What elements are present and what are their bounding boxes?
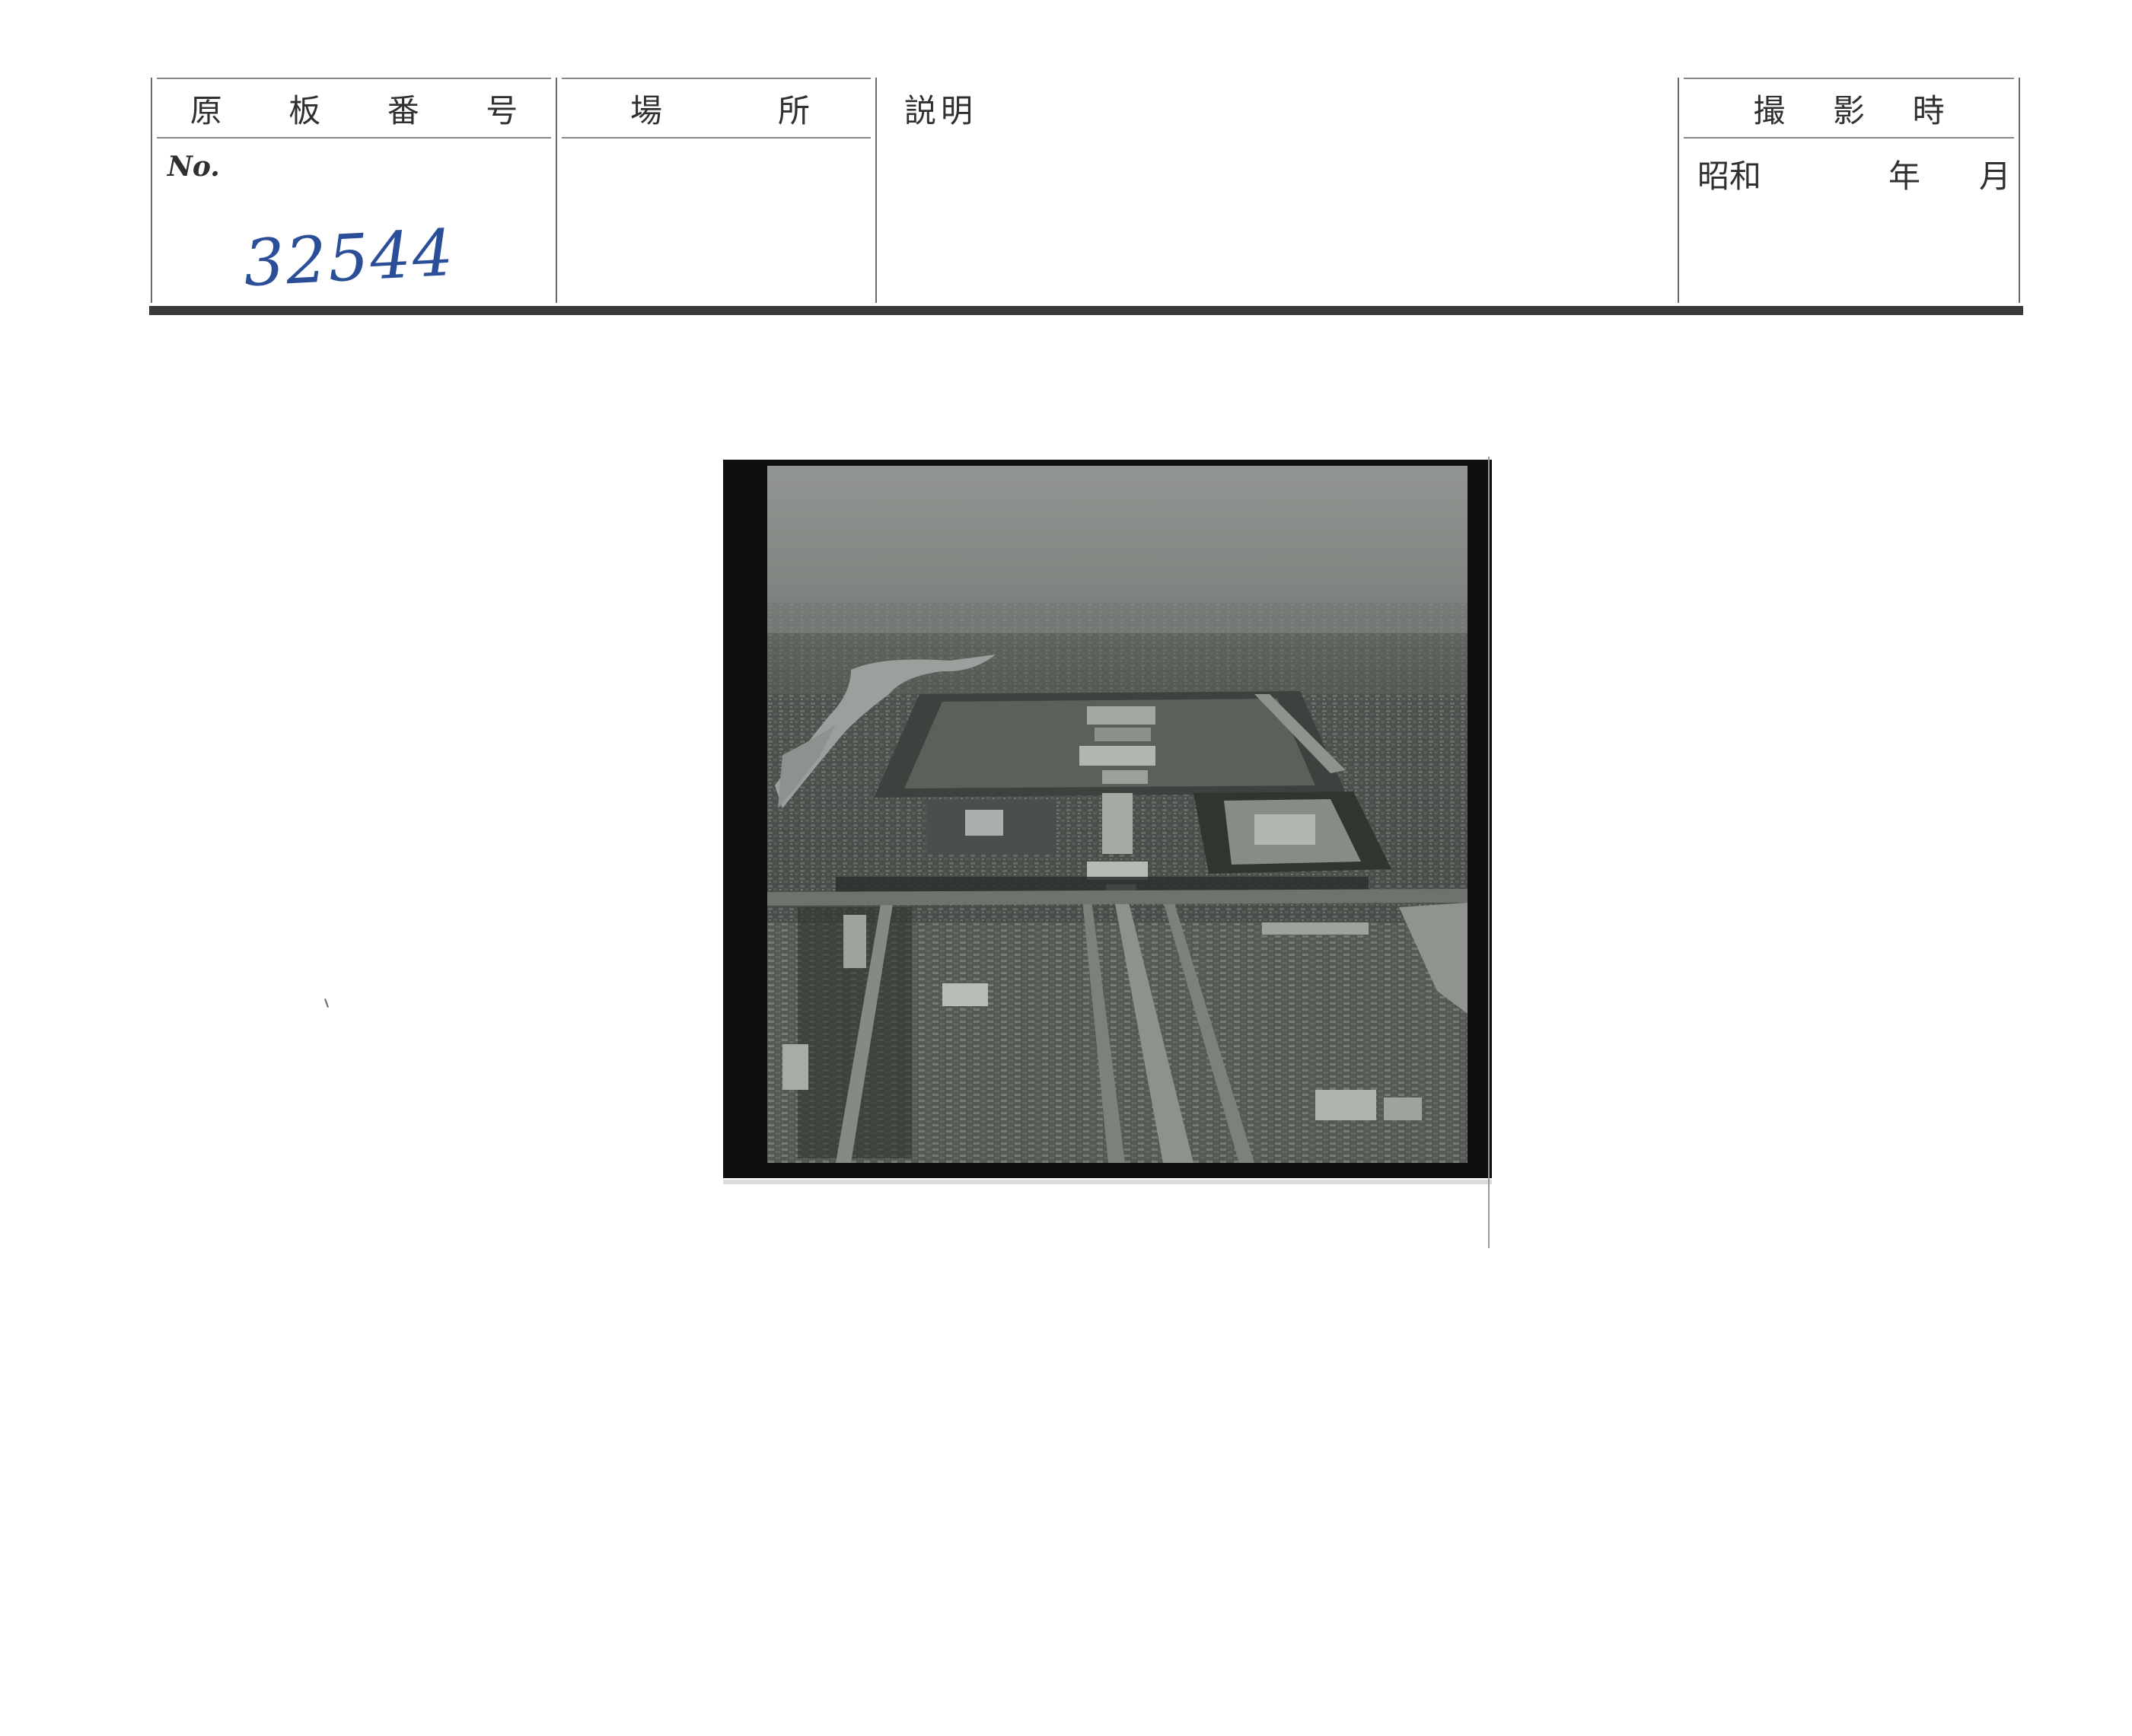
date-box: 撮 影 時 昭和 年 月 [1678, 78, 2020, 303]
date-era: 昭和 [1697, 158, 1762, 195]
date-header-char: 撮 [1753, 91, 1786, 129]
location-header: 場 所 [562, 78, 871, 139]
photo-frame [723, 460, 1492, 1184]
date-row: 昭和 年 月 [1697, 151, 2011, 197]
location-box: 場 所 [556, 78, 875, 303]
plate-header-char: 番 [387, 91, 419, 129]
header-rule [149, 306, 2023, 315]
paper-speck [324, 999, 329, 1008]
photo-trim-line [723, 1180, 1492, 1184]
description-label: 説明 [904, 92, 978, 129]
no-label: No. [167, 151, 220, 183]
handwritten-plate-number: 32544 [241, 215, 457, 301]
location-header-char: 場 [630, 91, 663, 129]
plate-number-box: 原 板 番 号 No. 32544 [151, 78, 556, 303]
aerial-photograph [767, 466, 1468, 1163]
plate-header-char: 号 [486, 91, 518, 129]
location-header-char: 所 [777, 91, 810, 129]
year-label: 年 [1888, 158, 1920, 195]
plate-header-char: 板 [288, 91, 321, 129]
date-header-char: 影 [1832, 91, 1865, 129]
record-form: 原 板 番 号 No. 32544 場 所 説明 撮 影 時 昭和 年 月 [151, 78, 2023, 306]
month-label: 月 [1978, 158, 2011, 195]
mount-guide-line [1488, 457, 1490, 1248]
plate-header-char: 原 [190, 91, 222, 129]
description-box: 説明 [875, 78, 1676, 303]
date-header: 撮 影 時 [1684, 78, 2014, 139]
plate-number-header: 原 板 番 号 [157, 78, 551, 139]
date-header-char: 時 [1912, 91, 1945, 129]
